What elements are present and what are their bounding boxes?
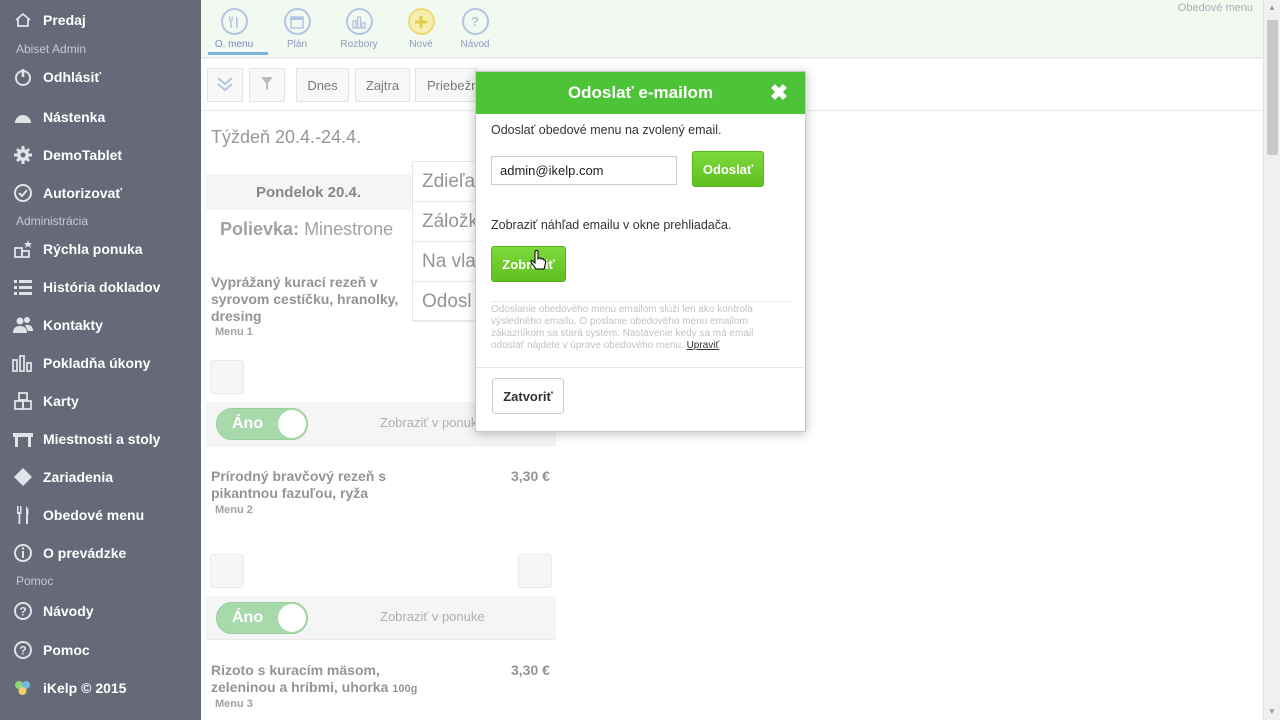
close-button[interactable]: Zatvoriť xyxy=(492,378,564,414)
scrollbar-thumb[interactable] xyxy=(1267,20,1278,155)
close-icon[interactable]: ✖ xyxy=(767,81,791,105)
scroll-up-arrow-icon[interactable]: ▲ xyxy=(1264,0,1280,16)
page-scrollbar[interactable]: ▲ ▼ xyxy=(1263,0,1280,720)
preview-description: Zobraziť náhľad emailu v okne prehliadač… xyxy=(491,218,732,232)
divider xyxy=(491,301,791,302)
info-note: Odoslanie obedového menu emailom slúži l… xyxy=(491,304,781,352)
dialog-title: Odoslať e-mailom xyxy=(567,83,714,102)
scroll-down-arrow-icon[interactable]: ▼ xyxy=(1264,704,1280,720)
email-field[interactable] xyxy=(491,156,677,185)
send-email-dialog: Odoslať e-mailom ✖ Odoslať obedové menu … xyxy=(475,71,806,432)
dialog-footer-divider xyxy=(476,367,805,368)
send-button[interactable]: Odoslať xyxy=(692,151,764,187)
dialog-description: Odoslať obedové menu na zvolený email. xyxy=(491,123,722,137)
show-preview-button[interactable]: Zobraziť xyxy=(491,246,566,282)
dialog-header: Odoslať e-mailom ✖ xyxy=(476,72,805,114)
hand-cursor-icon xyxy=(530,250,546,270)
edit-link[interactable]: Upraviť xyxy=(687,340,720,351)
